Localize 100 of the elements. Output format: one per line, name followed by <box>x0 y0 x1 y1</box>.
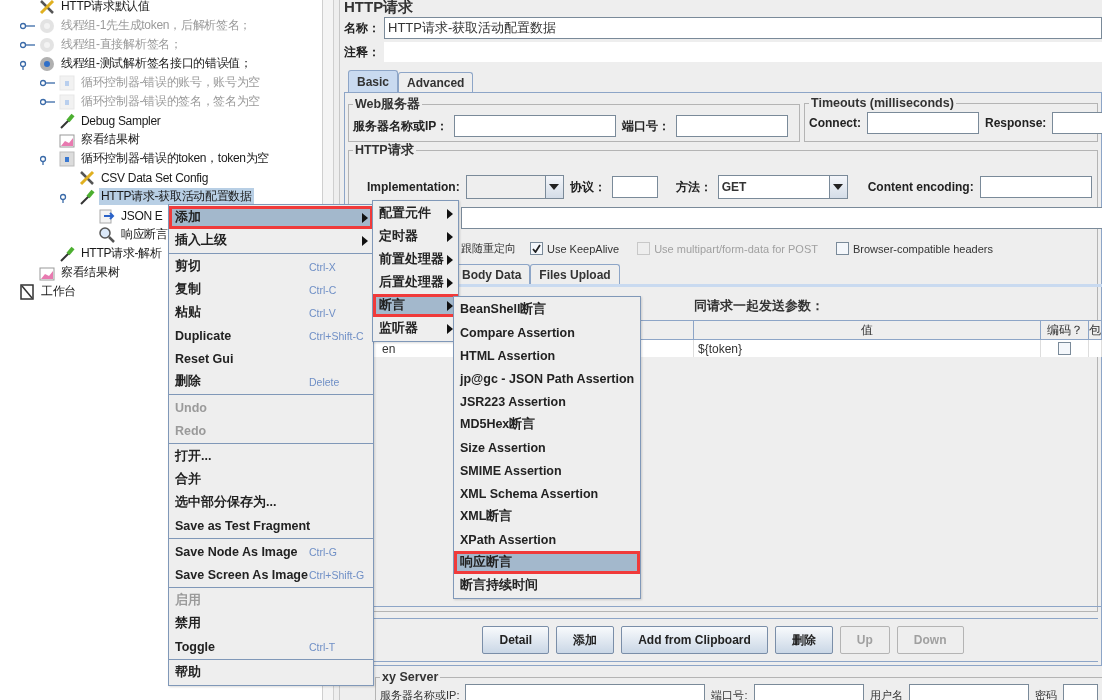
path-field[interactable] <box>461 207 1102 229</box>
shortcut-label: Delete <box>309 375 340 388</box>
menu-item[interactable]: 复制 Ctrl-C <box>169 278 373 301</box>
group-title: Web服务器 <box>354 96 422 113</box>
tree-node[interactable]: HTTP请求-获取活动配置数据 <box>99 188 254 205</box>
action-button[interactable]: Add from Clipboard <box>621 626 768 654</box>
menu-item[interactable]: 帮助 <box>169 661 373 684</box>
encoding-field[interactable] <box>979 176 1092 198</box>
field-label: 方法： <box>675 178 712 196</box>
tab[interactable]: Advanced <box>398 72 474 92</box>
menu-item[interactable]: Save Node As Image Ctrl-G <box>169 540 373 563</box>
tree-node[interactable]: 察看结果树 <box>79 131 142 148</box>
menu-item[interactable]: 定时器 <box>373 225 458 248</box>
field-label: 服务器名称或IP: <box>380 687 460 700</box>
caret-icon <box>833 184 844 190</box>
submenu-arrow-icon <box>447 277 453 288</box>
field-label: Content encoding: <box>867 180 974 194</box>
sampler-icon <box>58 111 76 130</box>
proxy-server-field[interactable] <box>465 684 706 700</box>
menu-item[interactable]: 删除 Delete <box>169 370 373 393</box>
checkbox[interactable] <box>1058 342 1071 355</box>
menu-item[interactable]: 响应断言 <box>454 551 640 574</box>
option-label: Browser-compatible headers <box>853 242 993 255</box>
table-cell: ${token} <box>694 340 1041 357</box>
sampler-icon <box>78 187 96 206</box>
tab[interactable]: Basic <box>348 70 399 92</box>
check-icon <box>532 244 541 253</box>
field-label: 用户名 <box>869 687 903 700</box>
submenu-arrow-icon <box>447 323 453 334</box>
menu-item[interactable]: 配置元件 <box>373 202 458 225</box>
menu-item[interactable]: 选中部分保存为... <box>169 491 373 514</box>
action-button[interactable]: 删除 <box>774 626 833 654</box>
menu-item[interactable]: 剪切 Ctrl-X <box>169 255 373 278</box>
checkbox[interactable] <box>530 242 543 255</box>
shortcut-label: Ctrl-T <box>309 640 336 653</box>
server-field[interactable] <box>454 115 617 137</box>
group-title: HTTP请求 <box>354 142 415 159</box>
connect-field[interactable] <box>867 112 979 134</box>
menu-item[interactable]: XML Schema Assertion <box>454 482 640 505</box>
menu-item[interactable]: 粘贴 Ctrl-V <box>169 301 373 324</box>
tree-node[interactable]: 线程组-测试解析签名接口的错误值； <box>59 55 254 72</box>
action-button[interactable]: Detail <box>482 626 550 654</box>
field-label: 密码 <box>1034 687 1057 700</box>
menu-item[interactable]: JSR223 Assertion <box>454 390 640 413</box>
menu-item[interactable]: 断言持续时间 <box>454 574 640 597</box>
field-label: 注释： <box>344 43 380 61</box>
tree-node[interactable]: Debug Sampler <box>79 113 163 128</box>
group-title: Timeouts (milliseconds) <box>810 96 955 110</box>
shortcut-label: Ctrl-G <box>309 545 337 558</box>
menu-item[interactable]: 断言 <box>373 294 458 317</box>
column-header: 值 <box>694 320 1041 340</box>
action-button[interactable]: 添加 <box>556 626 615 654</box>
proxy-user-field[interactable] <box>908 684 1029 700</box>
tree-node[interactable]: 循环控制器-错误的token，token为空 <box>79 150 272 167</box>
tree-node[interactable]: 察看结果树 <box>59 264 122 281</box>
controller-icon <box>58 73 76 92</box>
menu-item[interactable]: 打开... <box>169 445 373 468</box>
field-label: Response: <box>985 116 1047 130</box>
menu-item[interactable]: SMIME Assertion <box>454 459 640 482</box>
tree-node[interactable]: 响应断言 <box>119 226 170 243</box>
menu-item[interactable]: Toggle Ctrl-T <box>169 635 373 658</box>
field-label: Connect: <box>809 116 861 130</box>
field-label: 服务器名称或IP： <box>353 117 449 135</box>
tab[interactable]: Files Upload <box>530 264 620 284</box>
method-dropdown[interactable]: GET <box>717 175 848 199</box>
thread-group-icon <box>38 54 56 73</box>
protocol-field[interactable] <box>611 176 658 198</box>
checkbox[interactable] <box>836 242 849 255</box>
menu-item[interactable]: 插入上级 <box>169 229 373 252</box>
controller-icon <box>58 149 76 168</box>
menu-item[interactable]: Save Screen As ImageCtrl+Shift-G <box>169 563 373 586</box>
menu-item[interactable]: 合并 <box>169 468 373 491</box>
tree-node[interactable]: 工作台 <box>39 283 79 300</box>
proxy-password-field[interactable] <box>1062 684 1098 700</box>
menu-item[interactable]: XML断言 <box>454 505 640 528</box>
thread-group-icon <box>38 16 56 35</box>
submenu-arrow-icon <box>447 254 453 265</box>
menu-item[interactable]: Size Assertion <box>454 436 640 459</box>
tree-node[interactable]: CSV Data Set Config <box>99 170 211 185</box>
tree-node[interactable]: HTTP请求默认值 <box>59 0 152 15</box>
column-header: 编码？ <box>1041 320 1089 340</box>
workbench-icon <box>18 282 36 301</box>
panel-title: HTTP请求 <box>344 0 415 14</box>
tree-node[interactable]: JSON E <box>119 208 165 223</box>
menu-item[interactable]: Save as Test Fragment <box>169 514 373 537</box>
submenu-arrow-icon <box>362 235 368 246</box>
menu-item[interactable]: MD5Hex断言 <box>454 413 640 436</box>
parameters-caption: 同请求一起发送参数： <box>694 298 824 315</box>
assertion-icon <box>98 225 116 244</box>
implementation-dropdown[interactable] <box>465 175 564 199</box>
tree-node[interactable]: HTTP请求-解析 <box>79 245 164 262</box>
menu-item[interactable]: jp@gc - JSON Path Assertion <box>454 367 640 390</box>
menu-item[interactable]: 添加 <box>169 206 373 229</box>
field-label: 协议： <box>569 178 606 196</box>
port-field[interactable] <box>676 115 789 137</box>
menu-item[interactable]: 禁用 <box>169 612 373 635</box>
name-field[interactable]: HTTP请求-获取活动配置数据 <box>384 17 1102 39</box>
proxy-port-field[interactable] <box>753 684 864 700</box>
config-icon <box>78 168 96 187</box>
menu-item[interactable]: XPath Assertion <box>454 528 640 551</box>
